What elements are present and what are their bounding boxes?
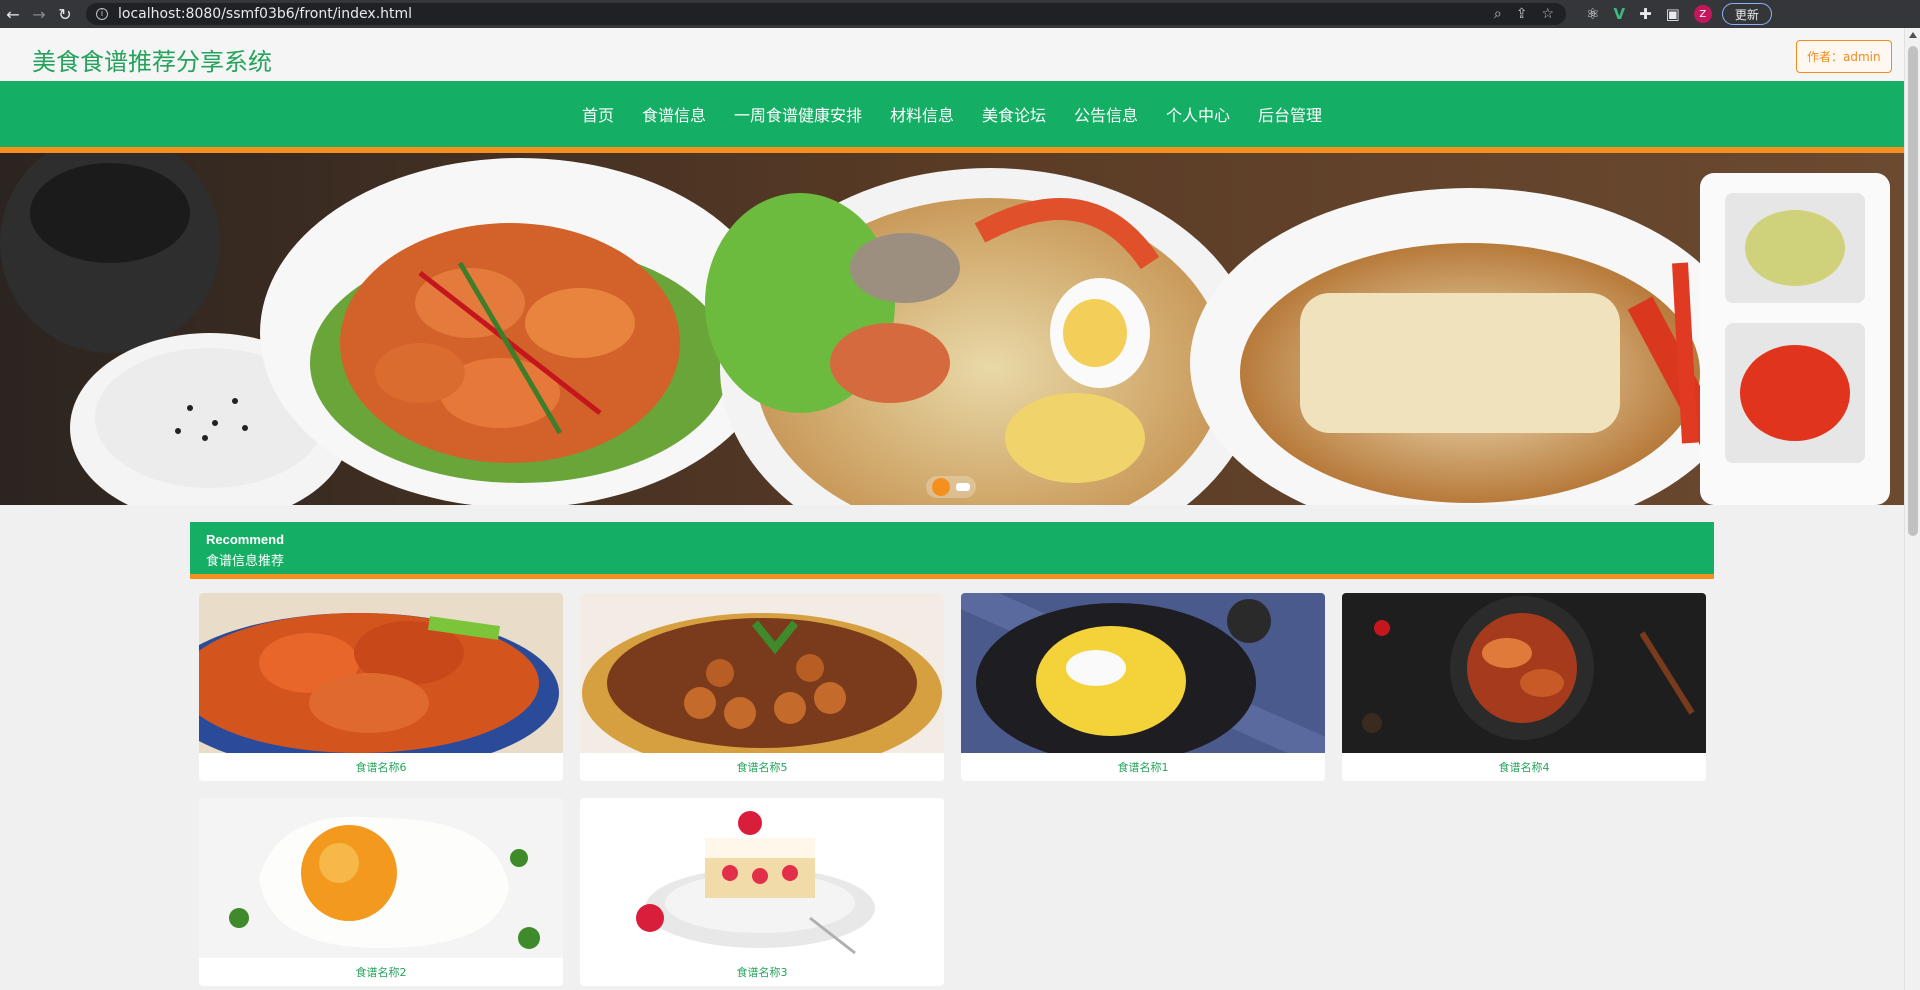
recipe-thumbnail-fried-egg [199, 798, 563, 958]
recipe-card[interactable]: 食谱名称1 [961, 593, 1325, 781]
recommend-title-cn: 食谱信息推荐 [206, 554, 285, 569]
recipe-card[interactable]: 食谱名称3 [580, 798, 944, 986]
main-nav: 首页 食谱信息 一周食谱健康安排 材料信息 美食论坛 公告信息 个人中心 后台管… [0, 81, 1904, 147]
reload-icon[interactable]: ↻ [52, 0, 78, 28]
recommend-title-en: Recommend [206, 532, 285, 547]
update-button[interactable]: 更新 [1721, 3, 1772, 25]
site-header: 美食食谱推荐分享系统 作者：admin [0, 28, 1904, 81]
recipe-name[interactable]: 食谱名称6 [199, 753, 563, 781]
recipe-card[interactable]: 食谱名称6 [199, 593, 563, 781]
banner-carousel[interactable] [0, 153, 1904, 505]
vue-devtools-icon[interactable]: V [1613, 5, 1625, 23]
zoom-icon[interactable]: ⌕ [1494, 6, 1502, 22]
page-scrollbar[interactable] [1904, 28, 1920, 990]
recipe-card[interactable]: 食谱名称4 [1342, 593, 1706, 781]
nav-item-forum[interactable]: 美食论坛 [980, 102, 1048, 126]
site-info-icon[interactable]: i [96, 8, 108, 20]
forward-arrow-icon[interactable]: → [26, 0, 52, 28]
browser-toolbar: ← → ↻ i localhost:8080/ssmf03b6/front/in… [0, 0, 1920, 28]
bookmark-star-icon[interactable]: ☆ [1541, 6, 1554, 22]
nav-item-recipes[interactable]: 食谱信息 [640, 102, 708, 126]
react-devtools-icon[interactable]: ⚛ [1586, 5, 1599, 23]
recipe-thumbnail-mango [961, 593, 1325, 753]
carousel-dot-active[interactable] [932, 478, 950, 496]
banner-food-image [0, 153, 1904, 505]
recipe-name[interactable]: 食谱名称1 [961, 753, 1325, 781]
recipe-name[interactable]: 食谱名称4 [1342, 753, 1706, 781]
recipe-thumbnail-cake [580, 798, 944, 958]
nav-item-admin[interactable]: 后台管理 [1256, 102, 1324, 126]
recipe-card[interactable]: 食谱名称5 [580, 593, 944, 781]
back-arrow-icon[interactable]: ← [0, 0, 26, 28]
nav-item-announcements[interactable]: 公告信息 [1072, 102, 1140, 126]
address-bar[interactable]: i localhost:8080/ssmf03b6/front/index.ht… [86, 3, 1566, 25]
carousel-indicators [926, 476, 976, 498]
recipe-name[interactable]: 食谱名称5 [580, 753, 944, 781]
recipe-card[interactable]: 食谱名称2 [199, 798, 563, 986]
scroll-thumb[interactable] [1908, 46, 1918, 536]
share-icon[interactable]: ⇪ [1516, 6, 1528, 22]
recipe-thumbnail-crayfish [199, 593, 563, 753]
nav-item-ingredients[interactable]: 材料信息 [888, 102, 956, 126]
side-panel-icon[interactable]: ▣ [1666, 5, 1680, 23]
scroll-up-arrow-icon[interactable] [1909, 32, 1917, 38]
extensions-puzzle-icon[interactable]: ✚ [1639, 5, 1652, 23]
nav-item-home[interactable]: 首页 [580, 102, 616, 126]
carousel-dot[interactable] [956, 483, 970, 491]
address-url: localhost:8080/ssmf03b6/front/index.html [118, 6, 413, 22]
recipe-name[interactable]: 食谱名称3 [580, 958, 944, 986]
recommend-section-header: Recommend 食谱信息推荐 [190, 522, 1714, 574]
recommend-accent-bar [190, 574, 1714, 579]
author-badge[interactable]: 作者：admin [1796, 40, 1892, 73]
site-title: 美食食谱推荐分享系统 [32, 48, 272, 76]
recipe-thumbnail-dark-plate [1342, 593, 1706, 753]
nav-item-profile[interactable]: 个人中心 [1164, 102, 1232, 126]
recipe-name[interactable]: 食谱名称2 [199, 958, 563, 986]
nav-item-weekly-plan[interactable]: 一周食谱健康安排 [732, 102, 864, 126]
recipe-thumbnail-braised [580, 593, 944, 753]
profile-avatar[interactable]: Z [1693, 5, 1712, 23]
